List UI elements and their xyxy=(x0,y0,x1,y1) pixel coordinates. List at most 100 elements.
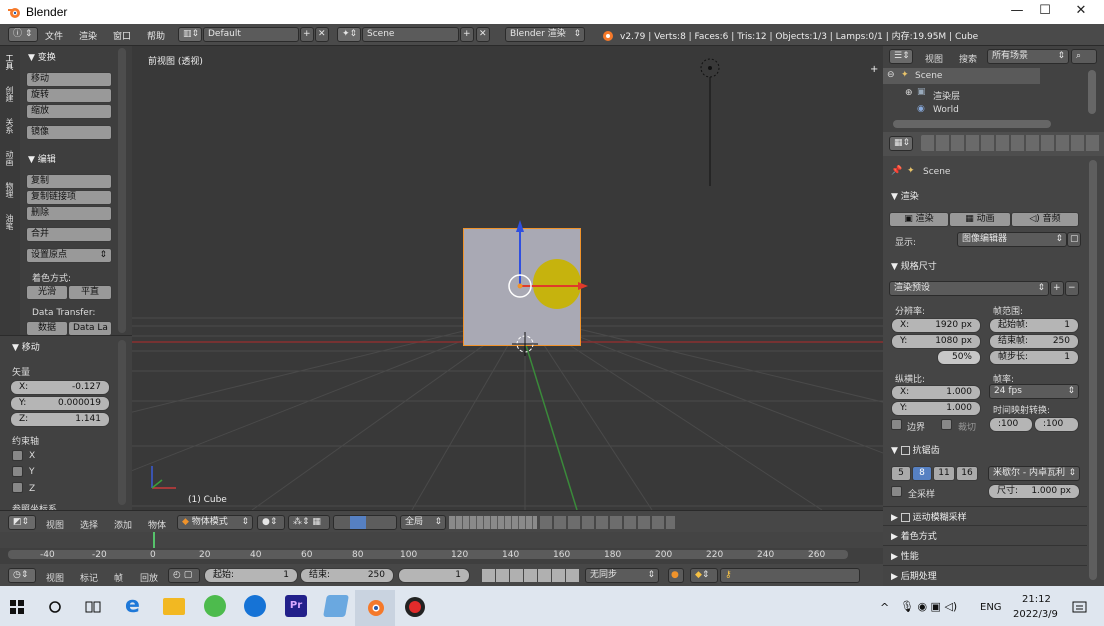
menu-object[interactable]: 物体 xyxy=(148,518,166,531)
constraint-y-checkbox[interactable] xyxy=(12,466,23,477)
flat-button[interactable]: 平直 xyxy=(68,285,112,300)
aa-filter-select[interactable]: 米歇尔 - 内卓瓦利 ⇕ xyxy=(988,466,1080,481)
render-image-button[interactable]: ▣ 渲染 xyxy=(889,212,949,227)
mirror-button[interactable]: 镜像 xyxy=(26,125,112,140)
data-layout-button[interactable]: Data La xyxy=(68,321,112,336)
frame-end-field[interactable]: 结束: 250 xyxy=(300,568,394,583)
frame-step-field[interactable]: 帧步长: 1 xyxy=(989,350,1079,365)
time-remap-old-field[interactable]: :100 xyxy=(989,417,1033,432)
tab-create[interactable]: 创建 xyxy=(4,86,15,102)
aa-samples-8[interactable]: 8 xyxy=(912,466,932,481)
tab-relations[interactable]: 关系 xyxy=(4,118,15,134)
add-scene-icon[interactable]: + xyxy=(460,27,474,42)
keying-icon[interactable]: ◆⇕ xyxy=(690,568,718,583)
file-explorer-icon[interactable] xyxy=(163,598,185,615)
layout-icon[interactable]: ▥⇕ xyxy=(178,27,202,42)
properties-scrollbar[interactable] xyxy=(1089,160,1097,580)
tray-chevron-icon[interactable]: ^ xyxy=(880,601,889,614)
menu-view[interactable]: 视图 xyxy=(46,518,64,531)
sync-mode-select[interactable]: 无同步 ⇕ xyxy=(585,568,659,583)
set-origin-button[interactable]: 设置原点 ⇕ xyxy=(26,248,112,263)
full-sample-checkbox[interactable] xyxy=(891,486,902,497)
current-frame-indicator[interactable] xyxy=(153,532,155,548)
operator-panel-header[interactable]: ▼ 移动 xyxy=(12,340,40,353)
outliner-search-icon[interactable]: ⌕ xyxy=(1071,49,1097,64)
remove-scene-icon[interactable]: ✕ xyxy=(476,27,490,42)
remove-preset-icon[interactable]: − xyxy=(1065,281,1079,296)
playback-controls[interactable] xyxy=(482,569,580,582)
constraint-z-checkbox[interactable] xyxy=(12,482,23,493)
antialiasing-panel-header[interactable]: ▼ 抗锯齿 xyxy=(891,443,940,456)
aspect-y-field[interactable]: Y: 1.000 xyxy=(891,401,981,416)
frame-start-field[interactable]: 起始帧: 1 xyxy=(989,318,1079,333)
tab-grease-pencil[interactable]: 油笔 xyxy=(4,214,15,230)
outliner-horizontal-scrollbar[interactable] xyxy=(893,120,1051,128)
border-checkbox[interactable] xyxy=(891,419,902,430)
render-panel-header[interactable]: ▼ 渲染 xyxy=(891,189,919,202)
duplicate-button[interactable]: 复制 xyxy=(26,174,112,189)
add-layout-icon[interactable]: + xyxy=(300,27,314,42)
vector-z-field[interactable]: Z: 1.141 xyxy=(10,412,110,427)
vector-y-field[interactable]: Y: 0.000019 xyxy=(10,396,110,411)
motion-blur-checkbox[interactable] xyxy=(900,513,910,522)
transform-panel-header[interactable]: ▼ 变换 xyxy=(28,50,56,63)
remove-layout-icon[interactable]: ✕ xyxy=(315,27,329,42)
resolution-y-field[interactable]: Y: 1080 px xyxy=(891,334,981,349)
app-icon[interactable] xyxy=(323,595,349,617)
notification-icon[interactable] xyxy=(1072,600,1088,616)
timeline-menu-view[interactable]: 视图 xyxy=(46,571,64,584)
screen-layout-field[interactable]: Default xyxy=(203,27,299,42)
frame-rate-select[interactable]: 24 fps ⇕ xyxy=(989,384,1079,399)
3d-view-editor-type-icon[interactable]: ◩⇕ xyxy=(8,515,36,530)
aa-samples-11[interactable]: 11 xyxy=(933,466,955,481)
scale-button[interactable]: 缩放 xyxy=(26,104,112,119)
tab-physics[interactable]: 物理 xyxy=(4,182,15,198)
aa-samples-16[interactable]: 16 xyxy=(956,466,978,481)
layer-buttons[interactable] xyxy=(449,516,537,529)
menu-add[interactable]: 添加 xyxy=(114,518,132,531)
tab-tools[interactable]: 工具 xyxy=(4,54,15,70)
antialiasing-toggle-checkbox[interactable] xyxy=(900,446,910,455)
edge-browser-icon[interactable]: e xyxy=(125,595,147,617)
timeline-menu-playback[interactable]: 回放 xyxy=(140,571,158,584)
data-transfer-button[interactable]: 数据 xyxy=(26,321,68,336)
filter-size-field[interactable]: 尺寸: 1.000 px xyxy=(988,484,1080,499)
post-processing-panel-header[interactable]: ▶ 后期处理 xyxy=(891,569,937,582)
render-engine-select[interactable]: Blender 渲染 ⇕ xyxy=(505,27,585,42)
frame-start-field[interactable]: 起始: 1 xyxy=(204,568,298,583)
record-icon[interactable]: ● xyxy=(668,568,684,583)
maximize-button[interactable]: ☐ xyxy=(1028,0,1062,24)
editor-type-info[interactable]: ⓘ ⇕ xyxy=(8,27,38,42)
resolution-percentage-field[interactable]: 50% xyxy=(937,350,981,365)
render-preset-select[interactable]: 渲染预设 ⇕ xyxy=(889,281,1049,296)
performance-panel-header[interactable]: ▶ 性能 xyxy=(891,549,919,562)
language-indicator[interactable]: ENG xyxy=(980,602,1002,613)
properties-region-toggle-icon[interactable]: + xyxy=(870,64,878,75)
preview-range-toggle[interactable]: ◴ ▢ xyxy=(168,568,200,583)
clock-time[interactable]: 21:12 xyxy=(1022,594,1051,605)
tray-icons[interactable]: 🎙 ◉ ▣ ◁) xyxy=(900,600,957,613)
keying-set-field[interactable]: ⚷ xyxy=(720,568,860,583)
task-view-icon[interactable] xyxy=(85,600,101,614)
timeline[interactable]: -40 -20 0 20 40 60 80 100 120 140 160 18… xyxy=(0,532,883,564)
premiere-icon[interactable]: Pr xyxy=(285,595,307,617)
timeline-editor-type-icon[interactable]: ◷⇕ xyxy=(8,568,36,583)
delete-button[interactable]: 删除 xyxy=(26,206,112,221)
scene-field[interactable]: Scene xyxy=(362,27,459,42)
outliner-filter-select[interactable]: 所有场景 ⇕ xyxy=(987,49,1069,64)
outliner-search-menu[interactable]: 搜索 xyxy=(959,52,977,65)
display-select[interactable]: 图像编辑器 ⇕ xyxy=(957,232,1067,247)
duplicate-linked-button[interactable]: 复制链接项 xyxy=(26,190,112,205)
current-frame-field[interactable]: 1 xyxy=(398,568,470,583)
header-tool-icons[interactable] xyxy=(540,516,675,529)
pin-icon[interactable]: 📌 xyxy=(891,166,902,176)
operator-panel-scrollbar[interactable] xyxy=(118,340,126,505)
transform-orientation-select[interactable]: 全局 ⇕ xyxy=(400,515,446,530)
outliner-row-scene[interactable]: ⊖ ✦ Scene xyxy=(883,68,1040,84)
join-button[interactable]: 合并 xyxy=(26,227,112,242)
search-icon[interactable] xyxy=(48,600,62,614)
smooth-button[interactable]: 光滑 xyxy=(26,285,68,300)
display-icon[interactable]: ▢ xyxy=(1067,232,1081,247)
interaction-mode-select[interactable]: ◆ 物体模式 ⇕ xyxy=(177,515,253,530)
viewport-shading-select[interactable]: ●⇕ xyxy=(257,515,285,530)
